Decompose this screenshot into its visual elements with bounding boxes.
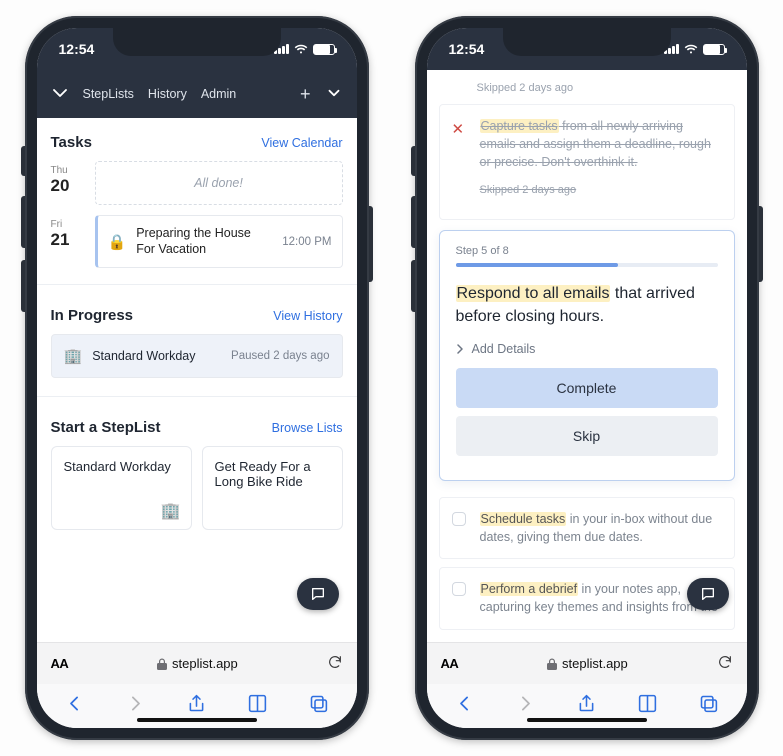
start-tile[interactable]: Standard Workday 🏢 bbox=[51, 446, 192, 530]
step-counter: Step 5 of 8 bbox=[456, 245, 718, 257]
skipped-step-card: ✕ Capture tasks from all newly arriving … bbox=[439, 104, 735, 220]
empty-day-card: All done! bbox=[95, 161, 343, 205]
day-row-fri: Fri 21 🔒 Preparing the House For Vacatio… bbox=[37, 215, 357, 278]
browse-lists-link[interactable]: Browse Lists bbox=[272, 421, 343, 435]
wifi-icon bbox=[294, 44, 308, 55]
tabs-button[interactable] bbox=[698, 693, 719, 719]
start-tile[interactable]: Get Ready For a Long Bike Ride bbox=[202, 446, 343, 530]
view-calendar-link[interactable]: View Calendar bbox=[261, 136, 342, 150]
browser-address-bar: AA steplist.app bbox=[37, 642, 357, 684]
tasks-heading: Tasks bbox=[51, 134, 92, 151]
nav-admin[interactable]: Admin bbox=[201, 87, 236, 101]
wifi-icon bbox=[684, 44, 698, 55]
notch bbox=[113, 28, 281, 56]
task-time: 12:00 PM bbox=[282, 236, 331, 248]
task-emoji-icon: 🔒 bbox=[108, 233, 127, 251]
tile-title: Get Ready For a Long Bike Ride bbox=[215, 459, 311, 489]
clock: 12:54 bbox=[449, 41, 485, 57]
share-button[interactable] bbox=[186, 693, 207, 719]
skipped-label: Skipped 2 days ago bbox=[439, 78, 735, 104]
lock-icon bbox=[547, 658, 557, 670]
back-button[interactable] bbox=[64, 693, 85, 719]
forward-button[interactable] bbox=[515, 693, 536, 719]
upcoming-step-card[interactable]: Schedule tasks in your in-box without du… bbox=[439, 497, 735, 559]
add-details-toggle[interactable]: Add Details bbox=[456, 342, 718, 356]
active-step-card: Step 5 of 8 Respond to all emails that a… bbox=[439, 230, 735, 481]
notch bbox=[503, 28, 671, 56]
view-history-link[interactable]: View History bbox=[273, 309, 342, 323]
step-highlight: Capture tasks bbox=[480, 119, 559, 133]
dow-label: Fri bbox=[51, 219, 85, 230]
step-progress-bar bbox=[456, 263, 718, 267]
reader-aa-button[interactable]: AA bbox=[441, 656, 459, 671]
tile-emoji-icon: 🏢 bbox=[161, 501, 181, 521]
url-field[interactable]: steplist.app bbox=[468, 656, 706, 671]
progress-title: Standard Workday bbox=[92, 349, 221, 363]
tabs-button[interactable] bbox=[308, 693, 329, 719]
app-logo-icon[interactable] bbox=[51, 84, 69, 105]
tile-title: Standard Workday bbox=[64, 459, 171, 474]
reader-aa-button[interactable]: AA bbox=[51, 656, 69, 671]
home-indicator bbox=[137, 718, 257, 722]
nav-menu-chevron-icon[interactable] bbox=[325, 84, 343, 105]
phone-right: 12:54 Skipped 2 days ago ✕ Capture tasks… bbox=[415, 16, 759, 740]
lock-icon bbox=[157, 658, 167, 670]
start-heading: Start a StepList bbox=[51, 419, 161, 436]
nav-add-button[interactable]: + bbox=[300, 84, 311, 105]
task-title: Preparing the House For Vacation bbox=[136, 226, 272, 257]
battery-icon bbox=[313, 44, 335, 55]
skip-button[interactable]: Skip bbox=[456, 416, 718, 456]
back-button[interactable] bbox=[454, 693, 475, 719]
in-progress-card[interactable]: 🏢 Standard Workday Paused 2 days ago bbox=[51, 334, 343, 378]
browser-address-bar: AA steplist.app bbox=[427, 642, 747, 684]
phone-left: 12:54 StepLists History Admin + bbox=[25, 16, 369, 740]
battery-icon bbox=[703, 44, 725, 55]
clock: 12:54 bbox=[59, 41, 95, 57]
app-navbar: StepLists History Admin + bbox=[37, 70, 357, 118]
bookmarks-button[interactable] bbox=[637, 693, 658, 719]
url-field[interactable]: steplist.app bbox=[78, 656, 316, 671]
chevron-right-icon bbox=[456, 344, 464, 354]
complete-button[interactable]: Complete bbox=[456, 368, 718, 408]
step-highlight: Schedule tasks bbox=[480, 512, 567, 526]
task-card[interactable]: 🔒 Preparing the House For Vacation 12:00… bbox=[95, 215, 343, 268]
dom-label: 21 bbox=[51, 230, 85, 250]
day-row-thu: Thu 20 All done! bbox=[37, 161, 357, 215]
step-highlight: Perform a debrief bbox=[480, 582, 579, 596]
step-text: Respond to all emails that arrived befor… bbox=[456, 283, 718, 328]
forward-button[interactable] bbox=[125, 693, 146, 719]
checkbox-icon[interactable] bbox=[452, 582, 466, 596]
checkbox-icon[interactable] bbox=[452, 512, 466, 526]
share-button[interactable] bbox=[576, 693, 597, 719]
step-highlight: Respond to all emails bbox=[456, 285, 611, 302]
dow-label: Thu bbox=[51, 165, 85, 176]
in-progress-heading: In Progress bbox=[51, 307, 134, 324]
dom-label: 20 bbox=[51, 176, 85, 196]
reload-button[interactable] bbox=[717, 654, 733, 673]
reload-button[interactable] bbox=[327, 654, 343, 673]
chat-fab[interactable] bbox=[297, 578, 339, 610]
home-indicator bbox=[527, 718, 647, 722]
progress-emoji-icon: 🏢 bbox=[64, 347, 83, 365]
chat-fab[interactable] bbox=[687, 578, 729, 610]
progress-meta: Paused 2 days ago bbox=[231, 350, 329, 362]
bookmarks-button[interactable] bbox=[247, 693, 268, 719]
skipped-label: Skipped 2 days ago bbox=[480, 179, 722, 209]
skipped-x-icon: ✕ bbox=[452, 119, 465, 141]
nav-steplists[interactable]: StepLists bbox=[83, 87, 134, 101]
nav-history[interactable]: History bbox=[148, 87, 187, 101]
